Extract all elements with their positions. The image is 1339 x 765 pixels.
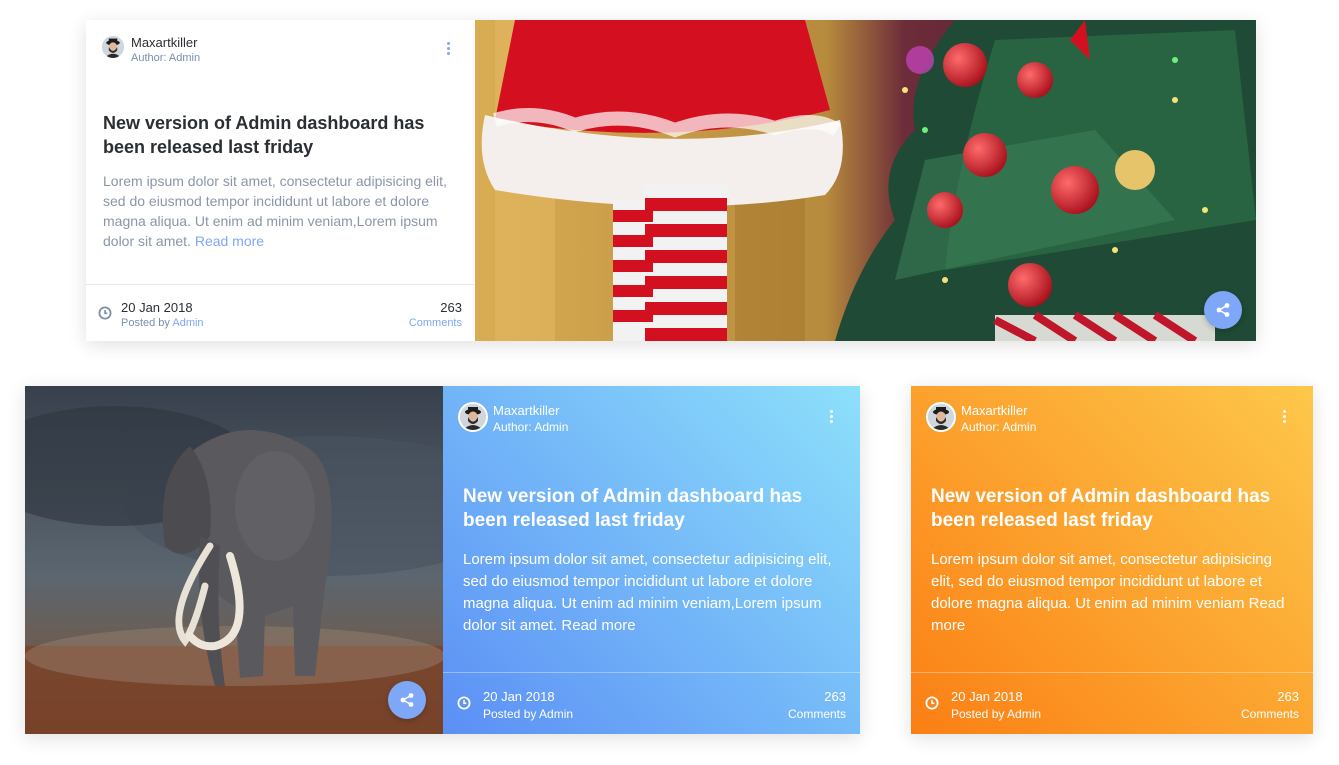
post-card-2: Maxartkiller Author: Admin New version o… <box>25 386 860 734</box>
post-excerpt: Lorem ipsum dolor sit amet, consectetur … <box>103 171 453 251</box>
avatar[interactable] <box>926 402 956 432</box>
clock-icon <box>457 696 471 710</box>
post-card-2-content: Maxartkiller Author: Admin New version o… <box>443 386 860 734</box>
christmas-tree-photo <box>475 20 1256 341</box>
elephant-image <box>25 386 443 734</box>
post-card-3: Maxartkiller Author: Admin New version o… <box>911 386 1313 734</box>
comments-link[interactable]: Comments <box>409 317 462 329</box>
comments-link[interactable]: Comments <box>1241 707 1299 721</box>
posted-by-prefix: Posted by <box>121 317 170 329</box>
post-footer: 20 Jan 2018 Posted by Admin 263 Comments <box>911 672 1313 734</box>
post-excerpt: Lorem ipsum dolor sit amet, consectetur … <box>931 549 1296 637</box>
share-icon <box>1216 303 1230 317</box>
more-options-icon[interactable] <box>1277 407 1291 425</box>
clock-icon <box>98 306 112 320</box>
post-date: 20 Jan 2018 <box>483 689 555 704</box>
share-icon <box>400 693 414 707</box>
posted-by-admin-link[interactable]: Admin <box>172 317 203 329</box>
comment-count: 263 <box>824 689 846 704</box>
post-footer: 20 Jan 2018 Posted by Admin 263 Comments <box>86 284 475 341</box>
clock-icon <box>925 696 939 710</box>
elephant-photo <box>25 386 443 734</box>
post-excerpt-text: Lorem ipsum dolor sit amet, consectetur … <box>931 551 1272 612</box>
post-footer: 20 Jan 2018 Posted by Admin 263 Comments <box>443 672 860 734</box>
author-avatar-icon <box>102 36 124 58</box>
comment-count: 263 <box>440 300 462 315</box>
author-role: Author: Admin <box>493 420 569 434</box>
author-role: Author: Admin <box>961 420 1037 434</box>
posted-by[interactable]: Posted by Admin <box>483 707 573 721</box>
comments-link[interactable]: Comments <box>788 707 846 721</box>
posted-by[interactable]: Posted by Admin <box>951 707 1041 721</box>
author-avatar-icon <box>928 404 954 430</box>
post-excerpt-text: Lorem ipsum dolor sit amet, consectetur … <box>463 551 832 634</box>
more-options-icon[interactable] <box>824 407 838 425</box>
share-button[interactable] <box>1204 291 1242 329</box>
comment-count: 263 <box>1277 689 1299 704</box>
post-title[interactable]: New version of Admin dashboard has been … <box>103 111 443 160</box>
post-card-1-content: Maxartkiller Author: Admin New version o… <box>86 20 475 341</box>
author-name[interactable]: Maxartkiller <box>131 35 197 50</box>
post-excerpt-text: Lorem ipsum dolor sit amet, consectetur … <box>103 173 447 249</box>
read-more-link[interactable]: Read more <box>195 233 264 249</box>
author-role: Author: Admin <box>131 52 201 64</box>
posted-by: Posted by Admin <box>121 317 204 329</box>
post-card-1: Maxartkiller Author: Admin New version o… <box>86 20 1256 341</box>
more-options-icon[interactable] <box>441 39 455 57</box>
post-title[interactable]: New version of Admin dashboard has been … <box>463 485 833 533</box>
author-name[interactable]: Maxartkiller <box>493 403 559 418</box>
post-date: 20 Jan 2018 <box>951 689 1023 704</box>
share-button[interactable] <box>388 681 426 719</box>
christmas-tree-image <box>475 20 1256 341</box>
post-excerpt: Lorem ipsum dolor sit amet, consectetur … <box>463 549 843 637</box>
post-date: 20 Jan 2018 <box>121 300 193 315</box>
read-more-link[interactable]: Read more <box>561 617 635 634</box>
author-name[interactable]: Maxartkiller <box>961 403 1027 418</box>
avatar[interactable] <box>100 34 126 60</box>
avatar[interactable] <box>458 402 488 432</box>
author-avatar-icon <box>460 404 486 430</box>
post-title[interactable]: New version of Admin dashboard has been … <box>931 485 1291 533</box>
